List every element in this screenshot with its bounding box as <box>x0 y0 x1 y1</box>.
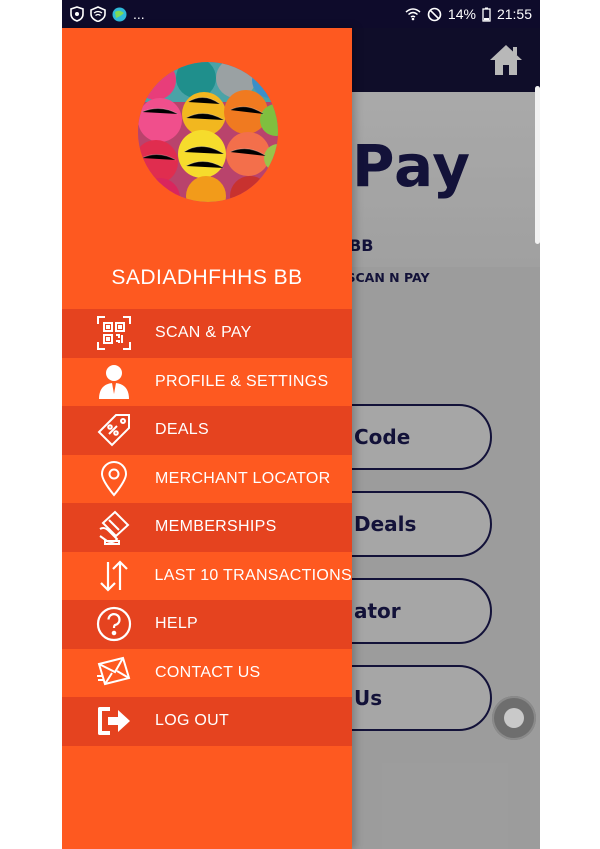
navigation-drawer: SADIADHFHHS BB SCAN & PAY PROFILE & SETT… <box>62 28 352 849</box>
drawer-menu: SCAN & PAY PROFILE & SETTINGS DEALS MERC… <box>62 309 352 746</box>
menu-item-merchant-locator[interactable]: MERCHANT LOCATOR <box>62 454 352 503</box>
menu-item-help[interactable]: HELP <box>62 600 352 649</box>
menu-label-deals: DEALS <box>155 421 209 439</box>
menu-label-contact-us: CONTACT US <box>155 663 261 681</box>
battery-percent: 14% <box>447 6 476 22</box>
menu-item-profile-settings[interactable]: PROFILE & SETTINGS <box>62 357 352 406</box>
menu-label-scan-pay: SCAN & PAY <box>155 324 252 342</box>
shield-icon <box>70 6 84 22</box>
wifi-icon <box>405 7 421 21</box>
location-pin-icon <box>95 460 133 498</box>
qr-code-icon <box>95 314 133 352</box>
logout-icon <box>95 702 133 740</box>
phone-screen: ... 14% 21:55 Pay S BB U SCAN N PAY Code… <box>62 0 540 849</box>
menu-label-merchant-locator: MERCHANT LOCATOR <box>155 469 331 487</box>
battery-icon <box>482 7 491 22</box>
menu-item-last-transactions[interactable]: LAST 10 TRANSACTIONS <box>62 551 352 600</box>
menu-item-memberships[interactable]: MEMBERSHIPS <box>62 503 352 552</box>
menu-item-scan-pay[interactable]: SCAN & PAY <box>62 309 352 358</box>
menu-label-memberships: MEMBERSHIPS <box>155 518 277 536</box>
status-bar: ... 14% 21:55 <box>62 0 540 28</box>
menu-label-log-out: LOG OUT <box>155 712 230 730</box>
browser-icon <box>112 7 127 22</box>
menu-label-profile-settings: PROFILE & SETTINGS <box>155 372 329 390</box>
do-not-disturb-icon <box>427 7 442 22</box>
menu-item-log-out[interactable]: LOG OUT <box>62 697 352 746</box>
menu-label-last-transactions: LAST 10 TRANSACTIONS <box>154 566 352 584</box>
mail-icon <box>95 654 133 692</box>
clock: 21:55 <box>496 6 532 22</box>
avatar[interactable] <box>138 62 278 202</box>
menu-item-contact-us[interactable]: CONTACT US <box>62 648 352 697</box>
floating-assist-button[interactable] <box>492 696 536 740</box>
membership-card-icon <box>95 508 133 546</box>
drawer-user-name: SADIADHFHHS BB <box>111 266 303 289</box>
menu-item-deals[interactable]: DEALS <box>62 406 352 455</box>
price-tag-icon <box>95 411 133 449</box>
scrollbar[interactable] <box>535 86 540 244</box>
user-icon <box>95 363 133 401</box>
transfer-arrows-icon <box>95 557 133 595</box>
vpn-icon <box>90 6 106 22</box>
menu-label-help: HELP <box>155 615 198 633</box>
more-notifications: ... <box>133 6 145 22</box>
help-icon <box>95 605 133 643</box>
